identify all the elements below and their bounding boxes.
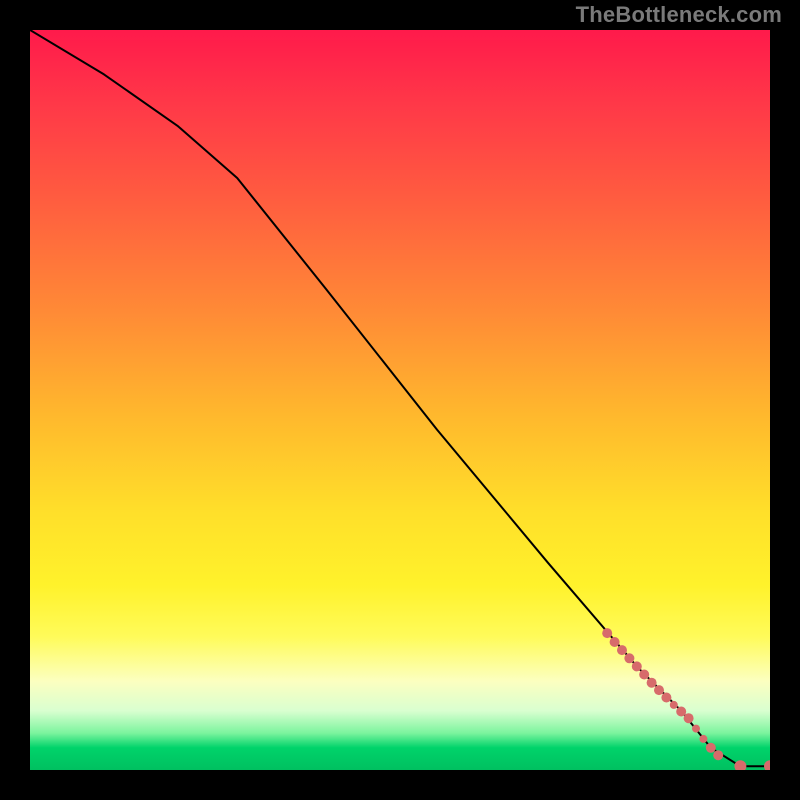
scatter-point [654,685,664,695]
scatter-point [764,760,770,770]
attribution-text: TheBottleneck.com [576,2,782,28]
scatter-point [734,760,746,770]
plot-area [30,30,770,770]
scatter-point [706,743,716,753]
scatter-point [661,693,671,703]
scatter-point [676,707,686,717]
scatter-point [602,628,612,638]
scatter-group [602,628,770,770]
scatter-point [617,645,627,655]
scatter-point [639,670,649,680]
scatter-point [692,725,700,733]
bottleneck-curve [30,30,770,766]
scatter-point [699,735,707,743]
scatter-point [670,701,678,709]
scatter-point [624,653,634,663]
chart-frame: TheBottleneck.com [0,0,800,800]
scatter-point [632,661,642,671]
scatter-point [713,750,723,760]
scatter-point [610,637,620,647]
chart-overlay [30,30,770,770]
scatter-point [684,713,694,723]
scatter-point [647,678,657,688]
